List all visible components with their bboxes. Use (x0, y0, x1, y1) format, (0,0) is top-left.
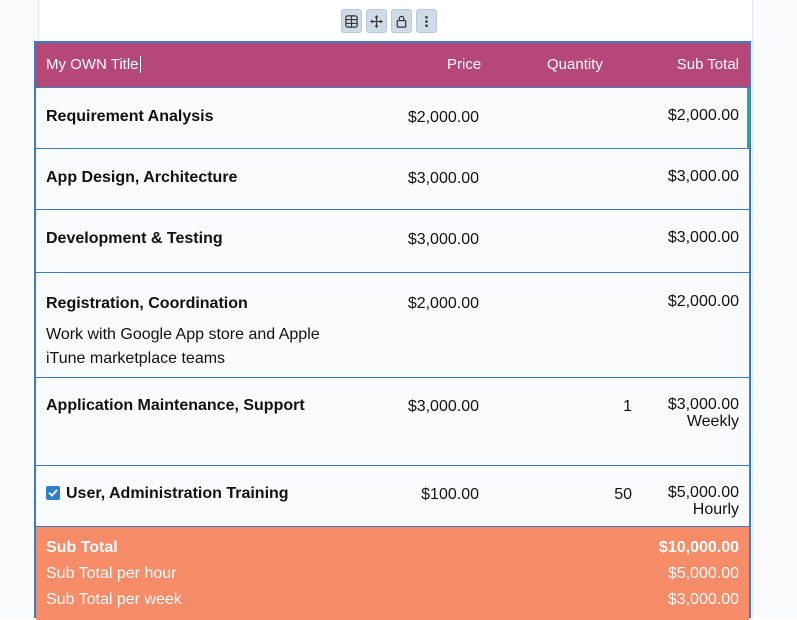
table-row[interactable]: Development & Testing $3,000.00 $3,000.0… (36, 209, 749, 272)
subtotal-per-week-row: Sub Total per week $3,000.00 (46, 591, 739, 615)
item-subtotal-value: $2,000.00 (667, 293, 739, 310)
item-name: Application Maintenance, Support (46, 397, 305, 414)
pricing-table: My OWN Title Price Quantity Sub Total Re… (34, 41, 751, 620)
table-row[interactable]: App Design, Architecture $3,000.00 $3,00… (36, 148, 749, 209)
item-description: Work with Google App store and Apple iTu… (46, 326, 320, 367)
item-subtotal-value: $5,000.00 (667, 484, 739, 501)
item-subtotal: $5,000.00 Hourly (668, 484, 739, 518)
table-row[interactable]: Requirement Analysis $2,000.00 $2,000.00 (36, 87, 750, 148)
price-column-header: Price (447, 56, 482, 73)
item-subtotal: $2,000.00 (668, 107, 739, 124)
item-subtotal: $3,000.00 (668, 168, 739, 185)
item-subtotal-value: $2,000.00 (667, 107, 739, 124)
active-row-indicator (747, 88, 750, 148)
table-header: My OWN Title Price Quantity Sub Total (36, 43, 749, 87)
item-price: $2,000.00 (407, 109, 479, 126)
item-price: $3,000.00 (407, 170, 479, 187)
table-row[interactable]: Application Maintenance, Support $3,000.… (36, 377, 749, 465)
item-subtotal: $2,000.00 (668, 293, 739, 310)
table-settings-button[interactable] (341, 9, 362, 33)
item-name: Development & Testing (46, 230, 223, 247)
item-quantity: 1 (623, 398, 632, 415)
table-settings-icon (345, 14, 358, 28)
quantity-column-header: Quantity (547, 56, 603, 73)
subtotal-label: Sub Total (46, 539, 118, 556)
subtotal-row: Sub Total $10,000.00 (46, 539, 739, 563)
item-name: User, Administration Training (66, 485, 289, 502)
lock-icon (396, 15, 407, 28)
table-row[interactable]: Registration, Coordination Work with Goo… (36, 272, 749, 377)
more-vertical-icon (425, 15, 428, 27)
item-billing-unit: Hourly (692, 501, 739, 518)
item-price: $3,000.00 (407, 398, 479, 415)
move-button[interactable] (366, 9, 387, 33)
item-quantity: 50 (614, 486, 632, 503)
subtotal-value: $10,000.00 (658, 539, 739, 556)
item-subtotal: $3,000.00 (668, 229, 739, 246)
item-subtotal-value: $3,000.00 (667, 396, 739, 413)
subtotal-per-hour-value: $5,000.00 (667, 565, 739, 582)
lock-button[interactable] (391, 9, 412, 33)
checkmark-icon (48, 489, 58, 497)
item-subtotal-value: $3,000.00 (667, 229, 739, 246)
more-options-button[interactable] (416, 9, 437, 33)
subtotal-per-hour-label: Sub Total per hour (46, 565, 177, 582)
subtotal-column-header: Sub Total (676, 56, 739, 73)
item-subtotal-value: $3,000.00 (667, 168, 739, 185)
table-row[interactable]: User, Administration Training $100.00 50… (36, 465, 749, 526)
block-toolbar (341, 9, 437, 33)
item-subtotal: $3,000.00 Weekly (668, 396, 739, 430)
item-billing-unit: Weekly (686, 413, 739, 430)
subtotal-per-week-label: Sub Total per week (46, 591, 182, 608)
item-price: $2,000.00 (407, 295, 479, 312)
optional-item-checkbox[interactable] (46, 486, 60, 500)
item-name: Registration, Coordination (46, 295, 248, 312)
table-title-input[interactable]: My OWN Title (46, 56, 141, 73)
subtotal-per-hour-row: Sub Total per hour $5,000.00 (46, 565, 739, 589)
item-price: $100.00 (421, 486, 479, 503)
item-name: Requirement Analysis (46, 108, 214, 125)
item-price: $3,000.00 (407, 231, 479, 248)
totals-section: Sub Total $10,000.00 Sub Total per hour … (36, 526, 749, 620)
item-name: App Design, Architecture (46, 169, 238, 186)
move-icon (369, 14, 384, 28)
subtotal-per-week-value: $3,000.00 (667, 591, 739, 608)
